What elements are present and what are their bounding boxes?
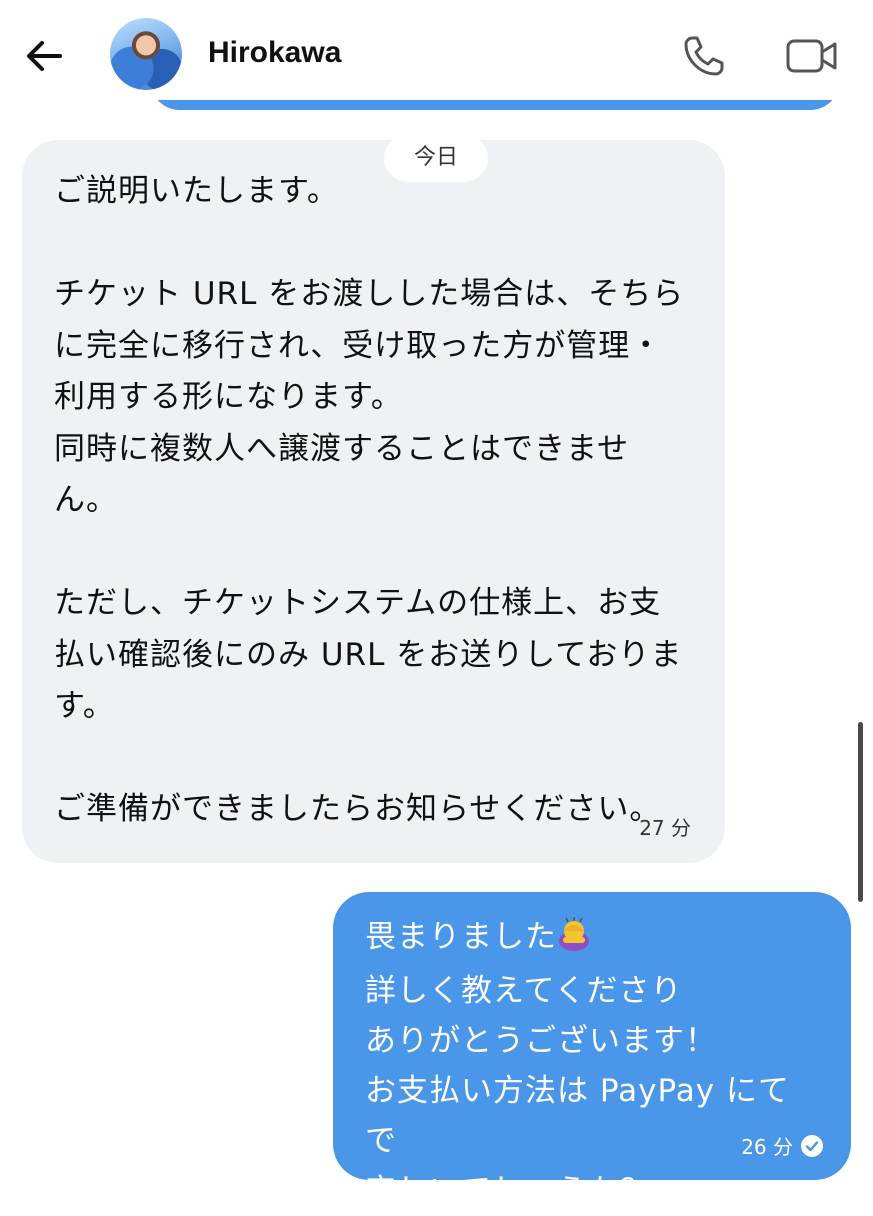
arrow-left-icon	[27, 41, 62, 71]
message-rest: 詳しく教えてくださり ありがとうございます！ お支払い方法は PayPay にて…	[365, 973, 790, 1209]
back-button[interactable]	[22, 34, 66, 78]
read-check-icon	[801, 1134, 823, 1157]
avatar[interactable]	[110, 18, 182, 90]
chat-header: Hirokawa	[0, 0, 873, 115]
call-button[interactable]	[680, 32, 728, 80]
message-text: ご説明いたします。 チケット URL をお渡しした場合は、そちら に完全に移行さ…	[54, 173, 685, 827]
phone-icon	[684, 36, 724, 76]
video-call-button[interactable]	[784, 32, 840, 80]
message-text-outgoing: 畏まりました 詳しく教えてくださり ありがとうございます！ お支払い方法は Pa…	[365, 912, 821, 1216]
scrollbar[interactable]	[858, 722, 863, 902]
contact-name[interactable]: Hirokawa	[208, 36, 341, 70]
date-separator: 今日	[384, 134, 488, 182]
message-meta: 26 分	[741, 1131, 823, 1160]
message-timestamp: 27 分	[639, 816, 691, 840]
video-camera-icon	[786, 39, 837, 73]
person-bowing-emoji-icon	[557, 916, 591, 966]
message-line: 畏まりました	[365, 919, 557, 955]
incoming-message-bubble[interactable]: ご説明いたします。 チケット URL をお渡しした場合は、そちら に完全に移行さ…	[22, 140, 725, 863]
outgoing-message-bubble[interactable]: 畏まりました 詳しく教えてくださり ありがとうございます！ お支払い方法は Pa…	[333, 892, 851, 1209]
message-timestamp-outgoing: 26 分	[741, 1135, 793, 1159]
